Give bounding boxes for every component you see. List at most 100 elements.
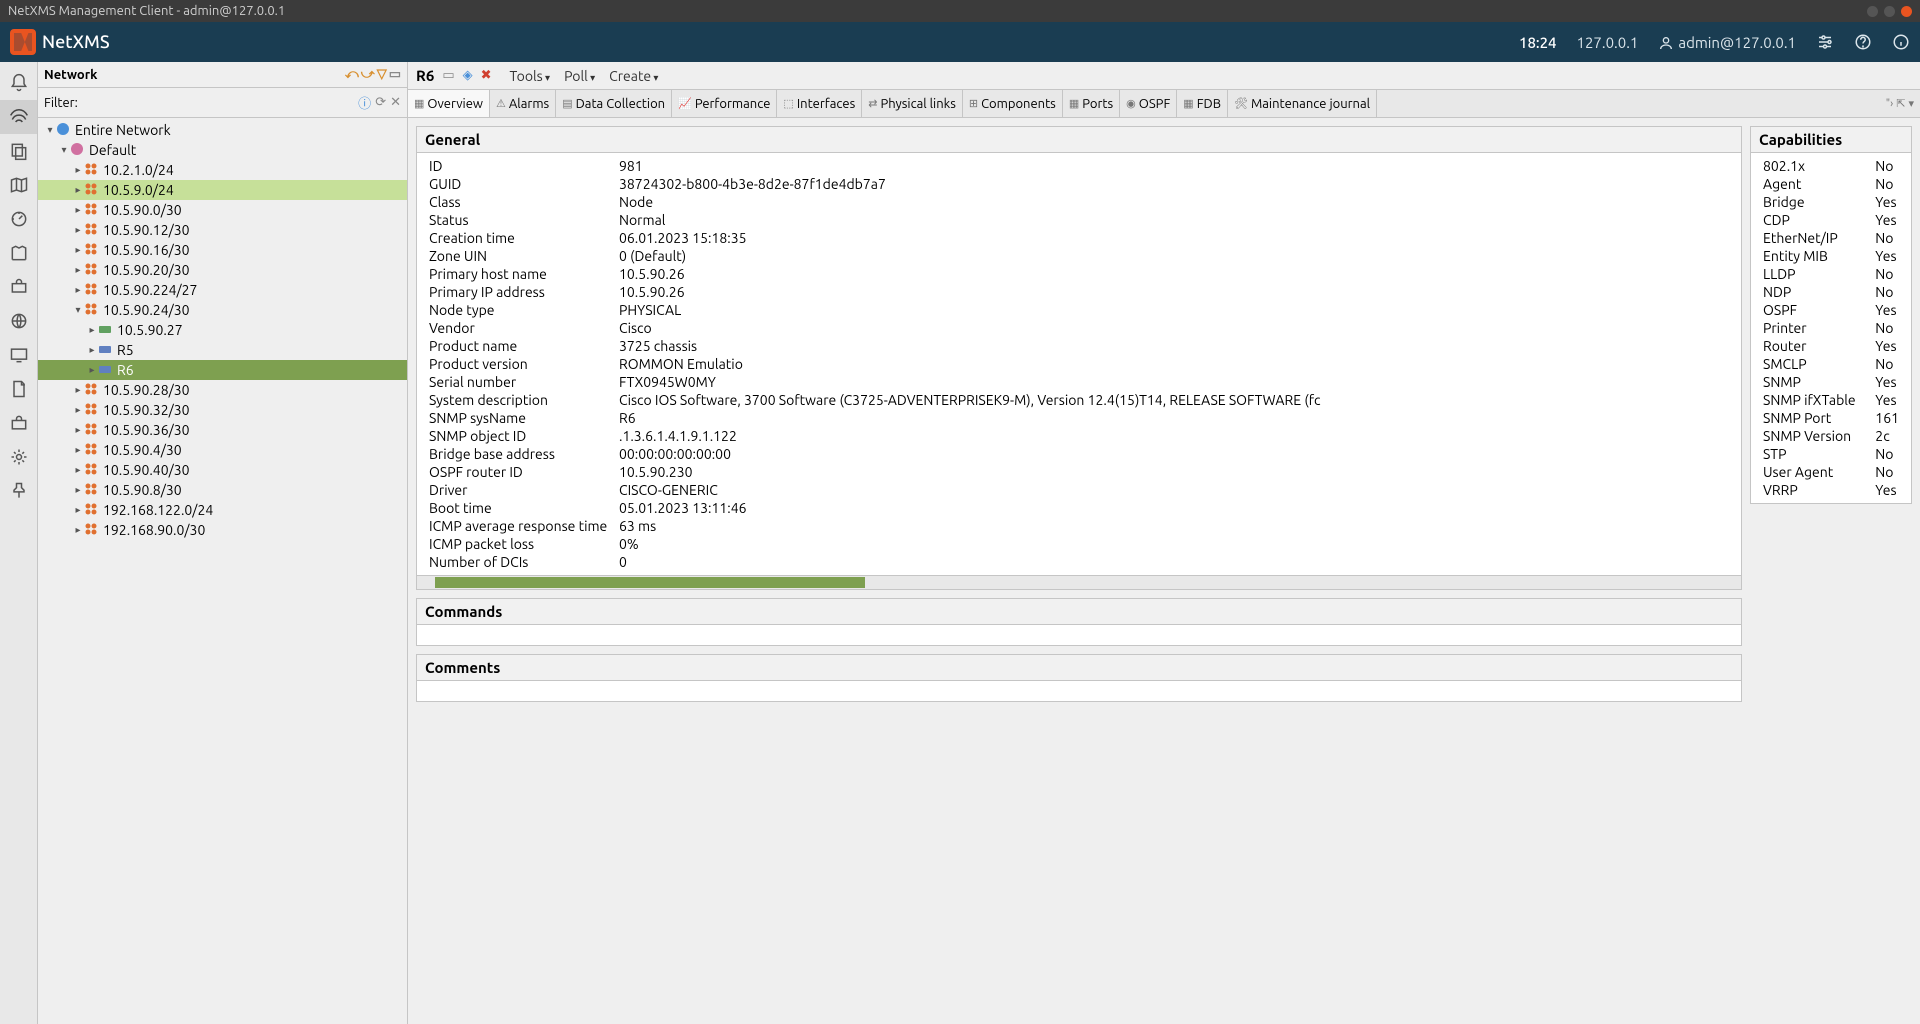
tree-twisty[interactable]: ▸: [72, 264, 84, 276]
activity-world[interactable]: [0, 304, 37, 338]
tab-pin-icon[interactable]: ⇱: [1896, 97, 1905, 110]
tab-fdb[interactable]: ▦FDB: [1177, 90, 1228, 117]
tree-twisty[interactable]: ▾: [44, 124, 56, 136]
activity-maps[interactable]: [0, 168, 37, 202]
collapse-icon[interactable]: ▭: [389, 67, 401, 82]
window-minimize-button[interactable]: [1867, 6, 1878, 17]
tree-twisty[interactable]: ▸: [72, 224, 84, 236]
tab-icon: ▦: [414, 97, 424, 110]
tab-performance[interactable]: 📈Performance: [672, 90, 777, 117]
tree-twisty[interactable]: ▸: [72, 284, 84, 296]
activity-pin[interactable]: [0, 474, 37, 508]
tree-node[interactable]: ▸10.5.90.0/30: [38, 200, 407, 220]
tree-twisty[interactable]: ▸: [72, 484, 84, 496]
tree-twisty[interactable]: ▾: [72, 304, 84, 316]
tree-node[interactable]: ▸10.5.9.0/24: [38, 180, 407, 200]
menu-create[interactable]: Create: [609, 68, 658, 84]
tree-node[interactable]: ▸10.5.90.32/30: [38, 400, 407, 420]
tab-menu-icon[interactable]: ▾: [1908, 97, 1914, 110]
nav-forward-icon[interactable]: ⤻: [361, 67, 375, 82]
filter-apply-icon[interactable]: ⟳: [375, 95, 386, 110]
tree-node[interactable]: ▸R6: [38, 360, 407, 380]
tree-twisty[interactable]: ▸: [72, 524, 84, 536]
general-key: Serial number: [425, 373, 615, 391]
tree-node[interactable]: ▸192.168.90.0/30: [38, 520, 407, 540]
tree-twisty[interactable]: ▸: [72, 464, 84, 476]
tab-icon: ⇄: [868, 97, 877, 110]
info-icon[interactable]: [1892, 33, 1910, 51]
tree-node[interactable]: ▸192.168.122.0/24: [38, 500, 407, 520]
menu-poll[interactable]: Poll: [564, 68, 595, 84]
activity-business[interactable]: [0, 270, 37, 304]
nav-back-icon[interactable]: ⤺: [345, 67, 359, 82]
tree-twisty[interactable]: ▸: [86, 324, 98, 336]
tab-physical-links[interactable]: ⇄Physical links: [862, 90, 963, 117]
obj-delete-icon[interactable]: ✖: [481, 68, 492, 83]
tree-node[interactable]: ▸10.5.90.36/30: [38, 420, 407, 440]
tab-components[interactable]: ⊞Components: [963, 90, 1063, 117]
tree-twisty[interactable]: ▸: [72, 384, 84, 396]
tree-twisty[interactable]: ▸: [72, 204, 84, 216]
tree-node[interactable]: ▸10.5.90.20/30: [38, 260, 407, 280]
capability-key: OSPF: [1759, 301, 1871, 319]
tree-node[interactable]: ▾Entire Network: [38, 120, 407, 140]
tree-node[interactable]: ▸10.2.1.0/24: [38, 160, 407, 180]
tree-node[interactable]: ▸10.5.90.12/30: [38, 220, 407, 240]
tree-node[interactable]: ▸10.5.90.224/27: [38, 280, 407, 300]
activity-monitor[interactable]: [0, 338, 37, 372]
window-close-button[interactable]: [1901, 6, 1912, 17]
activity-templates[interactable]: [0, 236, 37, 270]
tree-twisty[interactable]: ▸: [72, 164, 84, 176]
tab-alarms[interactable]: ⚠Alarms: [490, 90, 556, 117]
activity-config[interactable]: [0, 440, 37, 474]
tree-twisty[interactable]: ▸: [72, 404, 84, 416]
tree-twisty[interactable]: ▸: [86, 344, 98, 356]
activity-alarms[interactable]: [0, 66, 37, 100]
tree-twisty[interactable]: ▸: [72, 444, 84, 456]
activity-network[interactable]: [0, 100, 37, 134]
subnet-icon: [84, 522, 100, 538]
capability-value: Yes: [1871, 391, 1903, 409]
menu-tools[interactable]: Tools: [510, 68, 551, 84]
tree-node[interactable]: ▸10.5.90.8/30: [38, 480, 407, 500]
network-tree[interactable]: ▾Entire Network▾Default▸10.2.1.0/24▸10.5…: [38, 118, 407, 1024]
tree-twisty[interactable]: ▸: [72, 184, 84, 196]
tree-twisty[interactable]: ▸: [72, 504, 84, 516]
tab-interfaces[interactable]: ⬚Interfaces: [777, 90, 862, 117]
tree-node[interactable]: ▾Default: [38, 140, 407, 160]
window-maximize-button[interactable]: [1884, 6, 1895, 17]
tree-node[interactable]: ▾10.5.90.24/30: [38, 300, 407, 320]
tree-node[interactable]: ▸10.5.90.40/30: [38, 460, 407, 480]
obj-action2-icon[interactable]: ◈: [463, 68, 473, 83]
tab-maintenance-journal[interactable]: 🛠Maintenance journal: [1228, 90, 1377, 117]
subnet-icon: [84, 482, 100, 498]
tree-twisty[interactable]: ▾: [58, 144, 70, 156]
tree-node[interactable]: ▸10.5.90.28/30: [38, 380, 407, 400]
filter-input[interactable]: [82, 96, 354, 110]
activity-tools[interactable]: [0, 406, 37, 440]
activity-dashboard[interactable]: [0, 202, 37, 236]
tree-node[interactable]: ▸10.5.90.4/30: [38, 440, 407, 460]
tree-twisty[interactable]: ▸: [72, 424, 84, 436]
filter-clear-icon[interactable]: ✕: [390, 95, 401, 110]
obj-action1-icon[interactable]: ▭: [442, 68, 454, 83]
tab-more-icon[interactable]: "›: [1886, 98, 1894, 110]
tree-node[interactable]: ▸10.5.90.27: [38, 320, 407, 340]
filter-info-icon[interactable]: ⓘ: [358, 93, 371, 112]
tab-ports[interactable]: ▦Ports: [1063, 90, 1120, 117]
user-menu[interactable]: admin@127.0.0.1: [1658, 34, 1796, 51]
tab-overview[interactable]: ▦Overview: [408, 90, 490, 117]
activity-reports[interactable]: [0, 372, 37, 406]
horizontal-scrollbar[interactable]: [417, 575, 1741, 589]
activity-views[interactable]: [0, 134, 37, 168]
help-icon[interactable]: [1854, 33, 1872, 51]
filter-icon[interactable]: ▽: [377, 67, 387, 82]
tree-node[interactable]: ▸10.5.90.16/30: [38, 240, 407, 260]
tree-node[interactable]: ▸R5: [38, 340, 407, 360]
tab-ospf[interactable]: ◉OSPF: [1120, 90, 1177, 117]
tab-data-collection[interactable]: ▤Data Collection: [556, 90, 672, 117]
tree-twisty[interactable]: ▸: [72, 244, 84, 256]
tree-twisty[interactable]: ▸: [86, 364, 98, 376]
capabilities-table: 802.1xNoAgentNoBridgeYesCDPYesEtherNet/I…: [1759, 157, 1903, 499]
settings-icon[interactable]: [1816, 33, 1834, 51]
